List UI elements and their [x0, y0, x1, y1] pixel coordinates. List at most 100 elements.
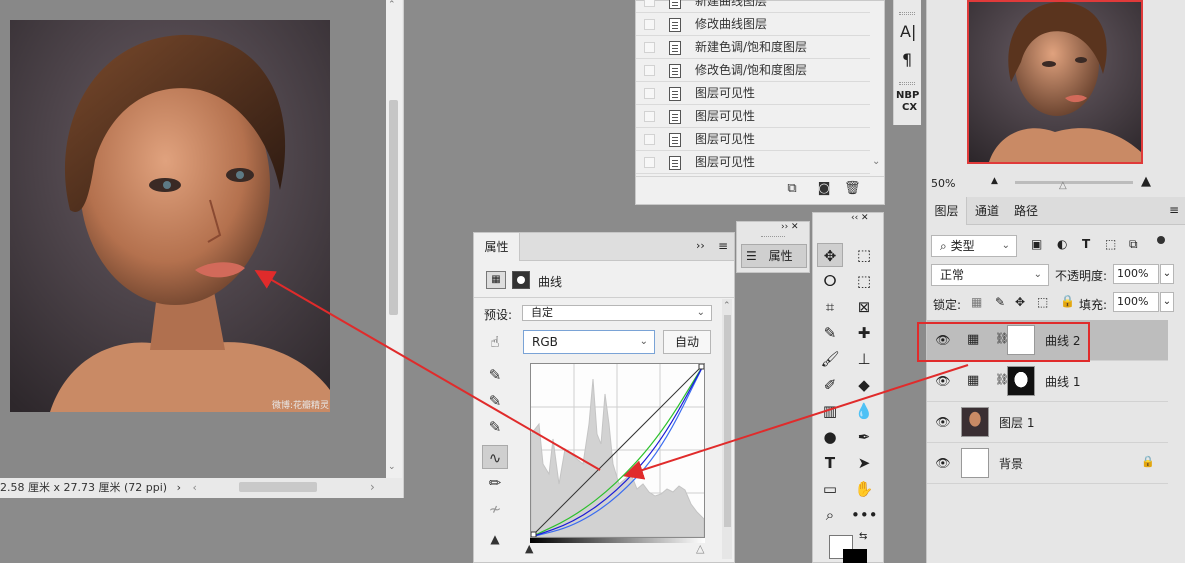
- history-scroll-down-icon[interactable]: ⌄: [872, 156, 880, 167]
- fill-arrow[interactable]: ⌄: [1160, 292, 1174, 312]
- filter-shape-icon[interactable]: ⬚: [1105, 237, 1116, 251]
- history-item[interactable]: 图层可见性: [636, 105, 870, 128]
- history-checkbox[interactable]: [644, 19, 655, 30]
- panel-menu-icon[interactable]: ≡: [1169, 203, 1179, 217]
- history-checkbox[interactable]: [644, 111, 655, 122]
- zoom-out-mountain-icon[interactable]: ▲: [991, 176, 998, 186]
- history-checkbox[interactable]: [644, 134, 655, 145]
- sample-black-eyedropper-icon[interactable]: ✎: [482, 363, 508, 387]
- history-checkbox[interactable]: [644, 42, 655, 53]
- lock-icon[interactable]: 🔒: [1141, 455, 1155, 468]
- collapse-panel-icon[interactable]: ››: [696, 239, 705, 252]
- path-select-tool-icon[interactable]: ➤: [851, 451, 877, 475]
- scroll-left-arrow[interactable]: ‹: [192, 481, 196, 494]
- sample-white-eyedropper-icon[interactable]: ✎: [482, 415, 508, 439]
- white-point-slider[interactable]: △: [696, 542, 704, 555]
- visibility-eye-icon[interactable]: 👁: [935, 456, 951, 470]
- move-tool-icon[interactable]: ✥: [817, 243, 843, 267]
- lock-all-icon[interactable]: 🔒: [1060, 294, 1075, 308]
- dodge-tool-icon[interactable]: ●: [817, 425, 843, 449]
- status-menu-arrow[interactable]: ›: [177, 481, 181, 494]
- sample-gray-eyedropper-icon[interactable]: ✎: [482, 389, 508, 413]
- stamp-tool-icon[interactable]: ⊥: [851, 347, 877, 371]
- zoom-in-mountain-icon[interactable]: ▲: [1141, 174, 1151, 189]
- filter-smart-object-icon[interactable]: ⧉: [1129, 237, 1138, 252]
- lasso-tool-icon[interactable]: ⵔ: [817, 269, 843, 293]
- gradient-tool-icon[interactable]: ▥: [817, 399, 843, 423]
- history-item[interactable]: 图层可见性: [636, 128, 870, 151]
- new-document-from-state-icon[interactable]: ⧉: [784, 181, 800, 197]
- hand-tool-icon[interactable]: ✋: [851, 477, 877, 501]
- layer-row[interactable]: 👁 背景 🔒: [927, 443, 1168, 484]
- eraser-tool-icon[interactable]: ◆: [851, 373, 877, 397]
- lock-transparent-icon[interactable]: ▦: [971, 295, 982, 309]
- blend-mode-dropdown[interactable]: 正常 ⌄: [931, 264, 1049, 286]
- black-point-slider[interactable]: ▲: [525, 542, 533, 555]
- props-scroll-thumb[interactable]: [724, 315, 731, 527]
- history-checkbox[interactable]: [644, 157, 655, 168]
- panel-menu-icon[interactable]: ≡: [718, 239, 728, 253]
- tab-channels[interactable]: 通道: [968, 197, 1006, 225]
- blur-tool-icon[interactable]: 💧: [851, 399, 877, 423]
- filter-pixel-icon[interactable]: ▣: [1031, 237, 1042, 251]
- history-item[interactable]: 新建曲线图层: [636, 0, 870, 13]
- zoom-level-field[interactable]: 50%: [931, 177, 955, 190]
- history-item[interactable]: 新建色调/饱和度图层: [636, 36, 870, 59]
- clipping-warning-icon[interactable]: ▲: [482, 527, 508, 551]
- marquee-tool-icon[interactable]: ⬚: [851, 243, 877, 267]
- zoom-slider-thumb[interactable]: △: [1059, 180, 1067, 191]
- quick-select-tool-icon[interactable]: ⬚: [851, 269, 877, 293]
- curves-graph[interactable]: [530, 363, 705, 538]
- filter-toggle-icon[interactable]: [1157, 236, 1165, 244]
- toolbar-collapse-icon[interactable]: ‹‹ ✕: [851, 213, 869, 223]
- history-checkbox[interactable]: [644, 88, 655, 99]
- eyedropper-tool-icon[interactable]: ✎: [817, 321, 843, 345]
- zoom-tool-icon[interactable]: ⌕: [817, 503, 843, 527]
- horizontal-scroll-thumb[interactable]: [239, 482, 317, 492]
- fill-field[interactable]: 100%: [1113, 292, 1159, 312]
- scroll-up-arrow[interactable]: ⌃: [388, 0, 396, 10]
- delete-trash-icon[interactable]: 🗑: [844, 181, 861, 197]
- layer-name[interactable]: 曲线 1: [1045, 373, 1080, 390]
- mini-grip[interactable]: [761, 236, 785, 239]
- layer-mask-icon[interactable]: [512, 271, 530, 289]
- crop-tool-icon[interactable]: ⌗: [817, 295, 843, 319]
- opacity-field[interactable]: 100%: [1113, 264, 1159, 284]
- strip-grip-2[interactable]: [899, 82, 915, 85]
- history-item[interactable]: 修改曲线图层: [636, 13, 870, 36]
- swap-colors-icon[interactable]: ⇆: [859, 531, 867, 542]
- opacity-arrow[interactable]: ⌄: [1160, 264, 1174, 284]
- background-color-swatch[interactable]: [843, 549, 867, 563]
- cx-icon[interactable]: CX: [902, 102, 917, 113]
- scroll-down-arrow[interactable]: ⌄: [388, 462, 396, 472]
- lock-image-icon[interactable]: ✎: [995, 295, 1005, 309]
- tab-layers[interactable]: 图层: [927, 197, 967, 225]
- nbp-icon[interactable]: NBP: [896, 90, 919, 101]
- properties-mini-button[interactable]: ☰ 属性: [741, 244, 807, 268]
- layer-mask-thumbnail[interactable]: [1007, 366, 1035, 396]
- tab-properties[interactable]: 属性: [474, 233, 520, 261]
- strip-grip[interactable]: [899, 12, 915, 15]
- history-item[interactable]: 图层可见性: [636, 151, 870, 174]
- auto-button[interactable]: 自动: [663, 330, 711, 354]
- history-brush-icon[interactable]: ✐: [817, 373, 843, 397]
- healing-brush-icon[interactable]: ✚: [851, 321, 877, 345]
- scroll-right-arrow[interactable]: ›: [370, 480, 375, 494]
- layer-filter-dropdown[interactable]: ⌕ 类型 ⌄: [931, 235, 1017, 257]
- preset-dropdown[interactable]: 自定 ⌄: [522, 305, 712, 321]
- zoom-slider-track[interactable]: [1015, 181, 1133, 184]
- curve-point-tool-icon[interactable]: ∿: [482, 445, 508, 469]
- canvas-area[interactable]: 微博:花瓣精灵: [0, 0, 386, 478]
- history-item[interactable]: 图层可见性: [636, 82, 870, 105]
- pencil-draw-icon[interactable]: ✏: [482, 471, 508, 495]
- filter-type-icon[interactable]: T: [1082, 237, 1090, 251]
- frame-tool-icon[interactable]: ⊠: [851, 295, 877, 319]
- layer-name[interactable]: 背景: [999, 455, 1023, 472]
- snapshot-camera-icon[interactable]: ◙: [816, 181, 832, 197]
- type-tool-icon[interactable]: T: [817, 451, 843, 475]
- channel-dropdown[interactable]: RGB ⌄: [523, 330, 655, 354]
- navigator-thumbnail[interactable]: [967, 0, 1143, 164]
- visibility-eye-icon[interactable]: 👁: [935, 374, 951, 388]
- props-scroll-up-icon[interactable]: ⌃: [723, 301, 731, 311]
- layer-row[interactable]: 👁 图层 1: [927, 402, 1168, 443]
